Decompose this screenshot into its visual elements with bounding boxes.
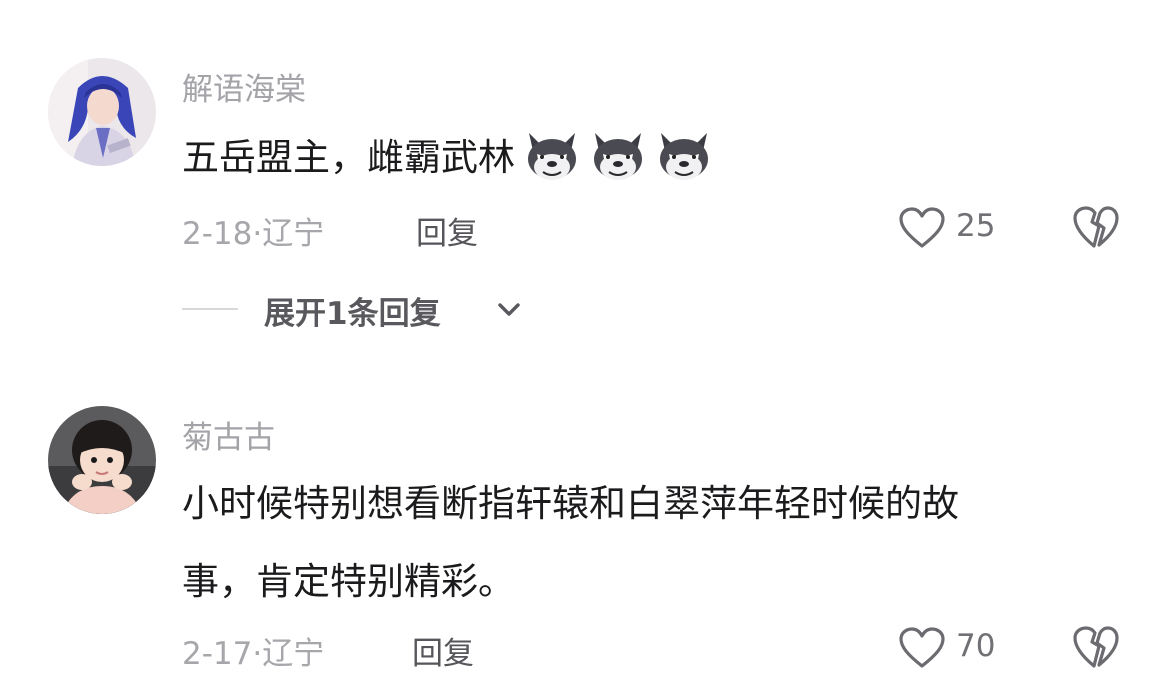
expand-replies-button[interactable]: 展开1条回复 [264, 288, 441, 333]
heart-outline-icon[interactable] [898, 206, 946, 250]
avatar[interactable] [48, 406, 156, 514]
comment-meta: 2-18·辽宁 [182, 208, 324, 253]
wolf-face-emoji [655, 127, 713, 185]
wolf-face-emoji [523, 127, 581, 185]
comment-date: 2-18 [182, 216, 253, 252]
comment-item: 菊古古 小时候特别想看断指轩辕和白翠萍年轻时候的故 事，肯定特别精彩。 2-17… [0, 360, 1168, 684]
comment-location: 辽宁 [262, 216, 325, 252]
comment-text-line: 五岳盟主，雌霸武林 [182, 136, 515, 179]
username[interactable]: 解语海棠 [182, 64, 306, 109]
comment-meta: 2-17·辽宁 [182, 628, 324, 673]
reply-button[interactable]: 回复 [412, 628, 474, 673]
heart-outline-icon[interactable] [898, 626, 946, 670]
like-count: 25 [956, 208, 996, 244]
comment-item: 解语海棠 五岳盟主，雌霸武林 2-18·辽宁 回复 25 展开1条回复 [0, 0, 1168, 360]
broken-heart-icon[interactable] [1072, 624, 1120, 670]
like-count: 70 [956, 628, 996, 664]
username[interactable]: 菊古古 [182, 412, 275, 457]
chevron-down-icon[interactable] [496, 302, 522, 318]
comment-date: 2-17 [182, 636, 253, 672]
comment-text-line: 小时候特别想看断指轩辕和白翠萍年轻时候的故 [182, 482, 959, 525]
comment-text-line: 事，肯定特别精彩。 [182, 560, 515, 603]
avatar[interactable] [48, 58, 156, 166]
broken-heart-icon[interactable] [1072, 204, 1120, 250]
reply-button[interactable]: 回复 [416, 208, 478, 253]
meta-separator: · [252, 636, 263, 672]
wolf-face-emoji [589, 127, 647, 185]
comment-text: 五岳盟主，雌霸武林 [182, 126, 713, 190]
expand-divider [182, 308, 238, 310]
comment-location: 辽宁 [262, 636, 325, 672]
meta-separator: · [252, 216, 263, 252]
